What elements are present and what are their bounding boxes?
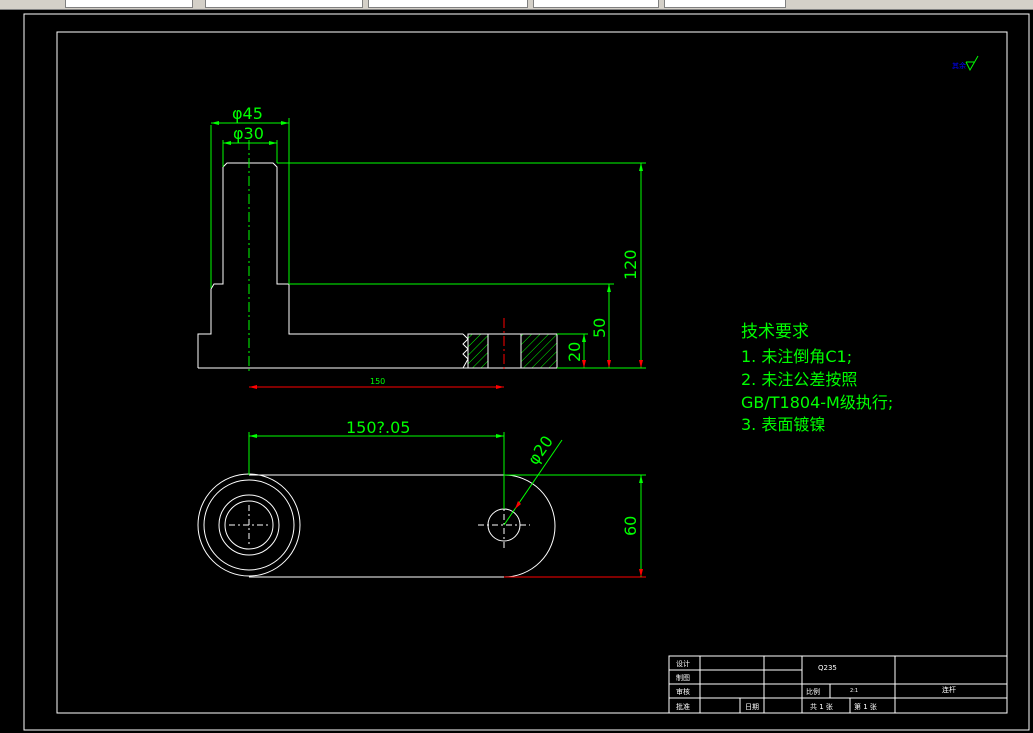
tab-3[interactable] [368,0,528,8]
inner-frame [56,31,1008,714]
notes-line-2: 2. 未注公差按照 [741,370,857,389]
notes-line-3: GB/T1804-M级执行; [741,393,893,412]
tb-scale-value: 2:1 [850,688,858,694]
outer-frame [23,13,1030,731]
tb-scale-label: 比例 [806,687,820,696]
tb-approve: 批准 [676,702,690,711]
cad-drawing-canvas[interactable]: 其余 φ45 φ30 120 50 20 150 150?.05 φ20 60 … [0,10,1033,733]
tb-material: Q235 [818,664,837,672]
tab-4[interactable] [533,0,659,8]
tab-2[interactable] [205,0,363,8]
dim-height-step: 50 [590,318,609,338]
dim-plan-length: 150?.05 [346,418,410,437]
title-block [668,655,1008,714]
dim-base-thickness: 20 [565,342,584,362]
hatch-left [467,333,489,369]
notes-line-4: 3. 表面镀镍 [741,415,825,434]
tb-date: 日期 [745,703,759,711]
tb-sheets-total: 共 1 张 [810,702,833,711]
hatch-right [520,333,558,369]
tb-check: 审核 [676,687,690,696]
tab-1[interactable] [65,0,193,8]
notes-title: 技术要求 [741,322,809,342]
dim-plan-width: 60 [621,516,640,536]
plan-view-dimensions: 150?.05 φ20 60 [248,418,646,578]
dim-top-inner: φ30 [233,124,264,143]
tb-draw: 制图 [676,673,690,682]
dim-top-outer: φ45 [232,104,263,123]
tb-part-name: 连杆 [942,685,956,694]
technical-requirements: 技术要求 1. 未注倒角C1; 2. 未注公差按照 GB/T1804-M级执行;… [741,322,893,434]
document-tab-bar [0,0,1033,10]
roughness-symbol-icon: 其余 [952,55,979,72]
tb-sheet-no: 第 1 张 [854,702,877,711]
dim-front-length: 150 [370,377,385,386]
tb-design: 设计 [676,659,690,668]
dim-hole-diameter: φ20 [524,432,557,468]
front-view-outline [197,162,463,368]
roughness-label: 其余 [952,61,966,70]
front-view [197,140,558,372]
plan-view [197,473,556,578]
tab-5[interactable] [664,0,786,8]
notes-line-1: 1. 未注倒角C1; [741,347,852,366]
front-view-dimensions: φ45 φ30 120 50 20 150 [210,104,646,389]
title-block-text: 设计 制图 审核 批准 日期 Q235 比例 2:1 连杆 共 1 张 第 1 … [676,659,956,711]
dim-height-total: 120 [621,249,640,280]
